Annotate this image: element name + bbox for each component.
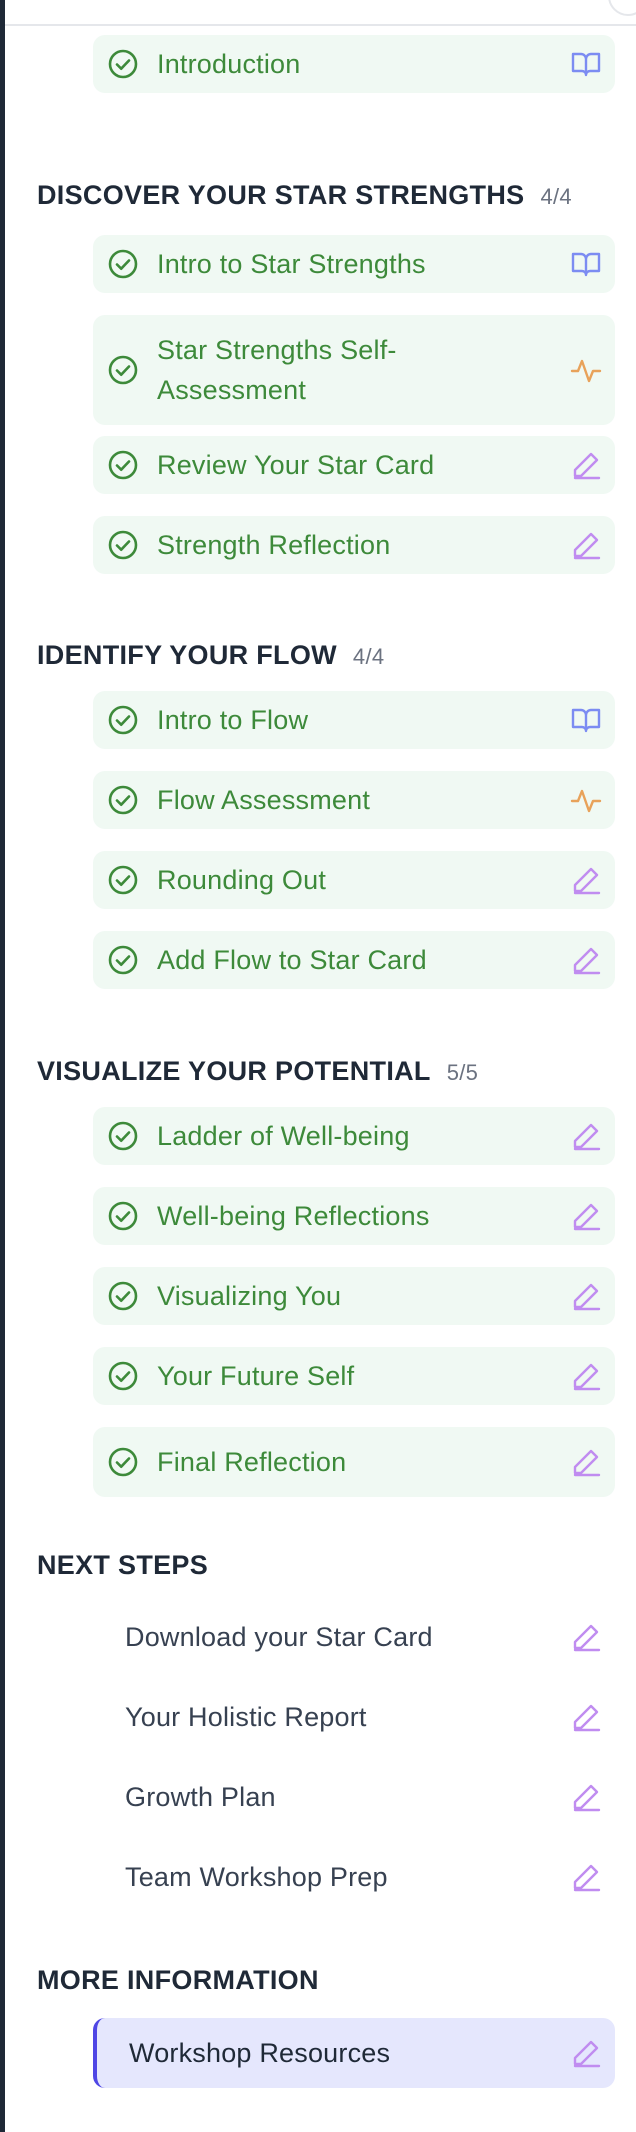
section-progress-count: 5/5 (446, 1060, 479, 1085)
nav-item-introduction[interactable]: Introduction (93, 35, 615, 93)
nav-item-label: Visualizing You (157, 1281, 342, 1311)
section-title: VISUALIZE YOUR POTENTIAL (37, 1056, 431, 1086)
nav-item-label: Star Strengths Self-Assessment (157, 335, 397, 405)
section-heading-flow: IDENTIFY YOUR FLOW 4/4 (37, 640, 384, 671)
workshop-navigation: Introduction DISCOVER YOUR STAR STRENGTH… (5, 0, 636, 2132)
activity-icon (569, 353, 603, 387)
book-icon (569, 247, 603, 281)
nav-item-ladder-of-well-being[interactable]: Ladder of Well-being (93, 1107, 615, 1165)
nav-item-intro-to-flow[interactable]: Intro to Flow (93, 691, 615, 749)
section-progress-count: 4/4 (352, 644, 385, 669)
section-title: MORE INFORMATION (37, 1965, 319, 1995)
nav-item-label: Your Holistic Report (125, 1702, 367, 1732)
section-title: NEXT STEPS (37, 1550, 209, 1580)
pencil-icon (569, 1119, 603, 1153)
nav-item-label: Download your Star Card (125, 1622, 433, 1652)
pencil-icon (569, 448, 603, 482)
nav-item-label: Review Your Star Card (157, 450, 435, 480)
check-circle-icon (107, 48, 139, 80)
nav-item-workshop-resources[interactable]: Workshop Resources (93, 2018, 615, 2088)
nav-item-label: Well-being Reflections (157, 1201, 430, 1231)
book-icon (569, 703, 603, 737)
pencil-icon (569, 1359, 603, 1393)
section-heading-more-information: MORE INFORMATION (37, 1965, 319, 1996)
check-circle-icon (107, 944, 139, 976)
nav-item-download-star-card[interactable]: Download your Star Card (93, 1608, 615, 1666)
nav-item-label: Team Workshop Prep (125, 1862, 388, 1892)
section-title: DISCOVER YOUR STAR STRENGTHS (37, 180, 525, 210)
nav-item-strength-reflection[interactable]: Strength Reflection (93, 516, 615, 574)
check-circle-icon (107, 864, 139, 896)
pencil-icon (569, 1279, 603, 1313)
nav-item-label: Add Flow to Star Card (157, 945, 427, 975)
check-circle-icon (107, 449, 139, 481)
nav-item-label: Growth Plan (125, 1782, 276, 1812)
nav-item-well-being-reflections[interactable]: Well-being Reflections (93, 1187, 615, 1245)
nav-item-add-flow-to-star-card[interactable]: Add Flow to Star Card (93, 931, 615, 989)
nav-item-label: Ladder of Well-being (157, 1121, 410, 1151)
nav-item-star-strengths-self-assessment[interactable]: Star Strengths Self-Assessment (93, 315, 615, 425)
pencil-icon (569, 1860, 603, 1894)
nav-item-label: Flow Assessment (157, 785, 371, 815)
check-circle-icon (107, 1360, 139, 1392)
nav-item-holistic-report[interactable]: Your Holistic Report (93, 1688, 615, 1746)
nav-item-review-your-star-card[interactable]: Review Your Star Card (93, 436, 615, 494)
nav-item-rounding-out[interactable]: Rounding Out (93, 851, 615, 909)
book-icon (569, 47, 603, 81)
nav-item-growth-plan[interactable]: Growth Plan (93, 1768, 615, 1826)
check-circle-icon (107, 704, 139, 736)
nav-item-final-reflection[interactable]: Final Reflection (93, 1427, 615, 1497)
pencil-icon (569, 863, 603, 897)
nav-item-label: Strength Reflection (157, 530, 391, 560)
pencil-icon (569, 1700, 603, 1734)
section-heading-star-strengths: DISCOVER YOUR STAR STRENGTHS 4/4 (37, 180, 572, 211)
nav-item-label: Workshop Resources (129, 2038, 391, 2068)
check-circle-icon (107, 354, 139, 386)
check-circle-icon (107, 1200, 139, 1232)
check-circle-icon (107, 1446, 139, 1478)
nav-item-label: Intro to Star Strengths (157, 249, 426, 279)
nav-item-your-future-self[interactable]: Your Future Self (93, 1347, 615, 1405)
check-circle-icon (107, 784, 139, 816)
nav-item-label: Final Reflection (157, 1447, 347, 1477)
pencil-icon (569, 1620, 603, 1654)
nav-item-label: Introduction (157, 49, 301, 79)
pencil-icon (569, 1780, 603, 1814)
pencil-icon (569, 1199, 603, 1233)
pencil-icon (569, 528, 603, 562)
nav-item-flow-assessment[interactable]: Flow Assessment (93, 771, 615, 829)
nav-item-visualizing-you[interactable]: Visualizing You (93, 1267, 615, 1325)
section-progress-count: 4/4 (540, 184, 572, 209)
check-circle-icon (107, 1280, 139, 1312)
activity-icon (569, 783, 603, 817)
section-title: IDENTIFY YOUR FLOW (37, 640, 337, 670)
section-heading-next-steps: NEXT STEPS (37, 1550, 208, 1581)
check-circle-icon (107, 1120, 139, 1152)
check-circle-icon (107, 529, 139, 561)
nav-item-label: Intro to Flow (157, 705, 309, 735)
nav-item-label: Your Future Self (157, 1361, 355, 1391)
nav-item-intro-to-star-strengths[interactable]: Intro to Star Strengths (93, 235, 615, 293)
pencil-icon (569, 943, 603, 977)
pencil-icon (569, 2036, 603, 2070)
check-circle-icon (107, 248, 139, 280)
nav-item-team-workshop-prep[interactable]: Team Workshop Prep (93, 1848, 615, 1906)
pencil-icon (569, 1445, 603, 1479)
section-heading-potential: VISUALIZE YOUR POTENTIAL 5/5 (37, 1056, 478, 1087)
nav-item-label: Rounding Out (157, 865, 327, 895)
